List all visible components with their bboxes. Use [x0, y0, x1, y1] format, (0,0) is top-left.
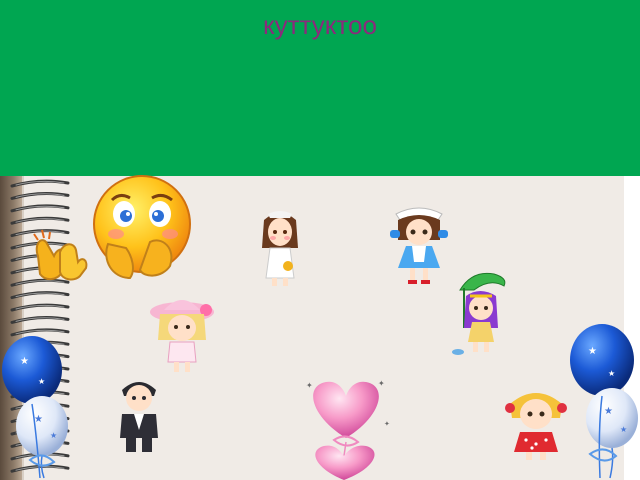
blue-balloons-icon: ★ ★ ★ ★ [570, 324, 638, 479]
svg-text:✦: ✦ [306, 381, 313, 390]
red-dress-girl-icon [505, 393, 567, 460]
suit-boy-icon [120, 382, 158, 452]
leaf-umbrella-girl-icon [452, 272, 506, 355]
clapping-hands-icon [33, 229, 88, 281]
svg-text:★: ★ [608, 369, 615, 378]
maid-girl-icon [390, 207, 448, 284]
svg-text:★: ★ [20, 356, 29, 367]
page-title: куттуктоо [263, 10, 377, 40]
pink-heart-balloons-icon: ✦ ✦ ✦ [306, 379, 390, 480]
pink-hat-girl-icon [150, 300, 214, 372]
svg-text:★: ★ [588, 346, 597, 357]
bride-girl-icon [262, 211, 298, 286]
svg-text:★: ★ [620, 425, 627, 434]
blushing-smiley-icon [93, 175, 191, 280]
svg-text:✦: ✦ [378, 379, 385, 388]
svg-text:★: ★ [50, 431, 57, 440]
svg-text:★: ★ [34, 414, 43, 425]
svg-text:★: ★ [604, 406, 613, 417]
svg-text:✦: ✦ [384, 420, 390, 428]
blue-balloons-icon: ★ ★ ★ ★ [2, 336, 68, 479]
svg-text:★: ★ [38, 377, 45, 386]
header-banner: куттуктоо [0, 0, 640, 176]
